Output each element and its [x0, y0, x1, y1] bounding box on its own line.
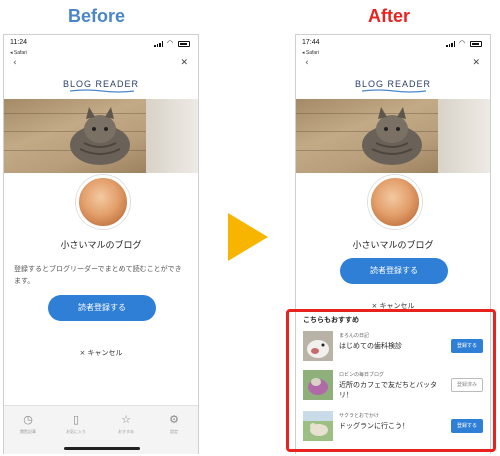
blog-description: 登録するとブログリーダーでまとめて読むことができます。: [14, 265, 182, 285]
bookmark-icon: ▯: [72, 413, 80, 426]
cancel-link[interactable]: × キャンセル: [4, 348, 198, 358]
after-heading: After: [368, 6, 411, 26]
tab-history-label: 閲覧記事: [20, 429, 36, 434]
battery-icon: [178, 41, 190, 47]
battery-icon: [470, 41, 482, 47]
cover-image: [4, 99, 198, 173]
gear-icon: ⚙: [169, 413, 179, 426]
status-time: 11:24: [10, 39, 27, 46]
recommend-subscribe-button[interactable]: 登録する: [451, 339, 483, 353]
tab-history[interactable]: ◷ 閲覧記事: [8, 414, 48, 435]
tab-favorites[interactable]: ▯ お気に入り: [56, 414, 96, 435]
blog-name: 小さいマルのブログ: [60, 241, 142, 251]
safari-back-link[interactable]: ◂ Safari: [10, 50, 27, 56]
recommend-subscribed-button[interactable]: 登録済み: [451, 378, 483, 392]
close-icon[interactable]: ✕: [472, 58, 480, 68]
cover-image: [296, 99, 490, 173]
recommend-author: サクラとおでかけ: [339, 413, 380, 419]
status-bar: 11:24 ◠: [4, 39, 198, 49]
comparison-canvas: Before After 11:24 ◠ ◂ Safari ‹ ✕ BLOG R…: [0, 0, 500, 456]
app-logo: BLOG READER: [354, 79, 432, 89]
wifi-icon: ◠: [167, 39, 174, 47]
recommend-item[interactable]: まろんの日記 はじめての歯科検診 登録する: [303, 331, 487, 363]
wifi-icon: ◠: [459, 39, 466, 47]
dog-thumbnail-image: [303, 411, 333, 441]
tab-recommended-label: おすすめ: [118, 429, 134, 434]
close-icon[interactable]: ✕: [180, 58, 188, 68]
status-icons: ◠: [446, 40, 482, 47]
phone-before: 11:24 ◠ ◂ Safari ‹ ✕ BLOG READER 小さいマルのブ…: [3, 34, 199, 454]
home-indicator: [64, 447, 140, 450]
signal-icon: [446, 41, 455, 47]
clock-icon: ◷: [23, 413, 33, 426]
tab-settings-label: 設定: [170, 429, 178, 434]
logo-wave-icon: [362, 89, 426, 93]
subscribe-button[interactable]: 読者登録する: [340, 258, 448, 284]
subscribe-button[interactable]: 読者登録する: [48, 295, 156, 321]
dog-thumbnail-image: [303, 370, 333, 400]
transition-arrow-icon: [228, 213, 268, 261]
signal-icon: [154, 41, 163, 47]
back-icon[interactable]: ‹: [305, 58, 309, 68]
recommend-author: まろんの日記: [339, 333, 370, 339]
logo-wave-icon: [70, 89, 134, 93]
recommend-item[interactable]: ロビンの毎日ブログ 近所のカフェで友だちとバッタリ！ 登録済み: [303, 370, 487, 402]
status-time: 17:44: [302, 39, 320, 46]
app-logo: BLOG READER: [62, 79, 140, 89]
safari-back-link[interactable]: ◂ Safari: [302, 50, 319, 56]
star-icon: ☆: [121, 413, 131, 426]
status-icons: ◠: [154, 40, 190, 47]
tab-settings[interactable]: ⚙ 設定: [154, 414, 194, 435]
recommend-author: ロビンの毎日ブログ: [339, 372, 385, 378]
tab-recommended[interactable]: ☆ おすすめ: [106, 414, 146, 435]
tab-favorites-label: お気に入り: [66, 429, 86, 434]
kitten-illustration: [362, 107, 422, 165]
recommend-post-title[interactable]: 近所のカフェで友だちとバッタリ！: [339, 380, 447, 400]
blog-name: 小さいマルのブログ: [352, 241, 434, 251]
kitten-illustration: [70, 107, 130, 165]
recommend-item[interactable]: サクラとおでかけ ドッグランに行こう！ 登録する: [303, 411, 487, 443]
recommend-subscribe-button[interactable]: 登録する: [451, 419, 483, 433]
avatar: [76, 175, 130, 229]
before-heading: Before: [68, 6, 126, 26]
status-bar: 17:44 ◠: [296, 39, 490, 49]
avatar: [368, 175, 422, 229]
back-icon[interactable]: ‹: [13, 58, 17, 68]
recommend-post-title[interactable]: ドッグランに行こう！: [339, 421, 447, 431]
dog-thumbnail-image: [303, 331, 333, 361]
recommend-post-title[interactable]: はじめての歯科検診: [339, 341, 447, 351]
recommend-title: こちらもおすすめ: [303, 316, 359, 324]
